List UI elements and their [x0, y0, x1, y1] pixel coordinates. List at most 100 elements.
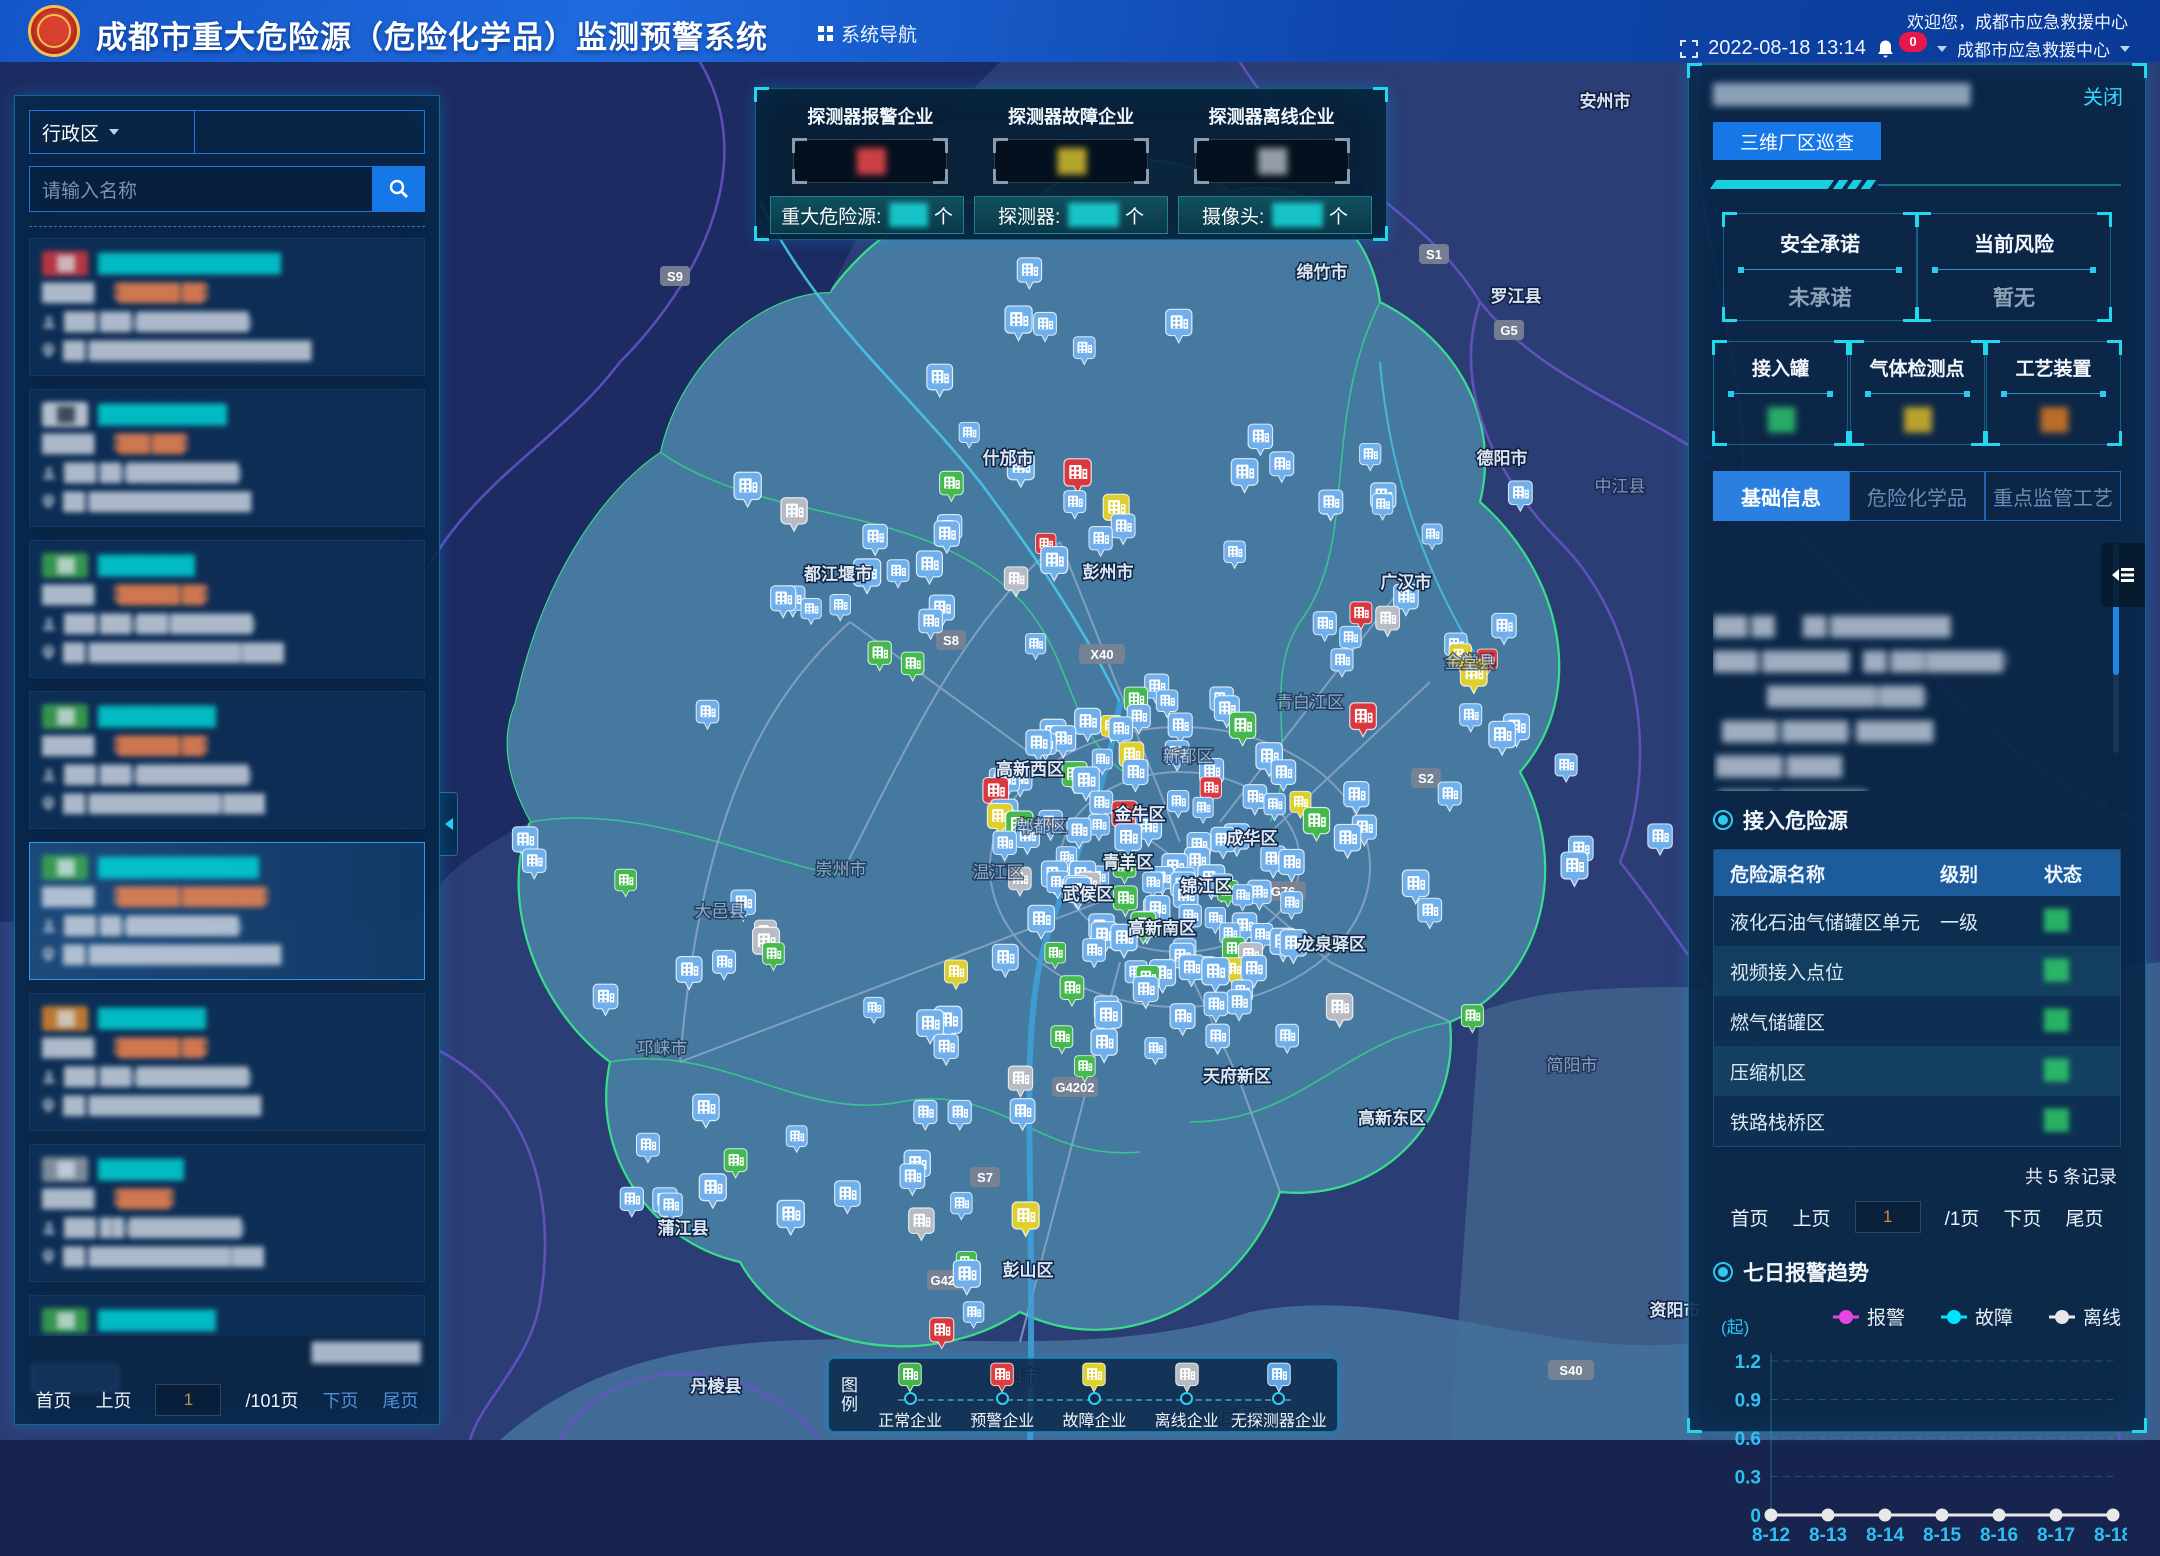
- company-list-item[interactable]: ███████████████:【█████】███: █ █ (███████…: [29, 1144, 425, 1282]
- tab-item[interactable]: 重点监管工艺: [1985, 471, 2121, 521]
- contact-text: ███: ██ (███████████): [64, 458, 240, 487]
- gauge-box: 气体检测点██: [1850, 341, 1985, 445]
- legend-item[interactable]: 无探测器企业: [1235, 1359, 1323, 1431]
- company-list-item[interactable]: ██████████████████:【██████-██】███: ███ (…: [29, 691, 425, 829]
- table-row[interactable]: 视频接入点位██: [1714, 946, 2120, 996]
- hazard-level-label: █████:: [42, 882, 95, 911]
- fullscreen-icon[interactable]: [1680, 40, 1698, 58]
- legend-item[interactable]: 故障企业: [1050, 1359, 1138, 1431]
- legend-item[interactable]: 预警企业: [958, 1359, 1046, 1431]
- company-list-item[interactable]: █████████████████:【██████-██】███: ███ (█…: [29, 993, 425, 1131]
- first-page-button[interactable]: 首页: [1731, 1204, 1769, 1231]
- map-label: 绵竹市: [1297, 262, 1348, 282]
- 3d-tour-button[interactable]: 三维厂区巡查: [1713, 122, 1881, 160]
- region-select[interactable]: 行政区: [29, 110, 195, 154]
- map-label: 中江县: [1595, 477, 1646, 496]
- map-label: 青羊区: [1103, 852, 1154, 872]
- status-boxes: 安全承诺 未承诺 当前风险 暂无: [1713, 213, 2121, 321]
- gauge-label: 接入罐: [1714, 354, 1847, 381]
- current-risk-value: 暂无: [1918, 282, 2110, 312]
- table-row[interactable]: 铁路栈桥区 ██: [1714, 1096, 2120, 1146]
- hazard-level-value: 【███-███】: [103, 429, 197, 458]
- contact-text: ███: ███ (███████████): [64, 307, 250, 336]
- next-page-button[interactable]: 下页: [323, 1387, 359, 1413]
- hazard-status-cell: ██: [2028, 1110, 2120, 1132]
- collapse-menu-icon: [2110, 562, 2136, 588]
- sidebar-collapse-handle[interactable]: [440, 792, 458, 856]
- company-list-item[interactable]: ███████████████████:【███-███】███: ██ (██…: [29, 389, 425, 527]
- hazard-level-label: █████:: [42, 580, 95, 609]
- system-nav-label: 系统导航: [841, 20, 917, 47]
- bell-icon[interactable]: [1876, 39, 1895, 59]
- address-text: ██: ████████████████: [63, 487, 249, 516]
- search-button[interactable]: [373, 166, 425, 212]
- contact-text: ███: █ █ (███████████): [64, 1213, 243, 1242]
- region-value-input[interactable]: [195, 110, 425, 154]
- legend-item[interactable]: 离线企业: [1143, 1359, 1231, 1431]
- map-label: 安州市: [1580, 91, 1631, 111]
- chevron-down-icon[interactable]: [1937, 46, 1947, 52]
- table-column-header: 状态: [2028, 860, 2120, 887]
- address-text: ██: ██████████████████████: [63, 336, 310, 365]
- map-label: 高新西区: [996, 759, 1064, 779]
- company-list-item[interactable]: ████████████████████████:【██████-██】███:…: [29, 238, 425, 376]
- page-input[interactable]: 1: [1855, 1201, 1921, 1233]
- hazard-level-line: █████:【██████-██】: [42, 278, 412, 307]
- trend-section-header: 七日报警趋势: [1713, 1257, 2121, 1287]
- first-page-button[interactable]: 首页: [35, 1387, 71, 1413]
- svg-text:G5: G5: [1500, 323, 1517, 338]
- stat-card: 探测器离线企业██: [1171, 99, 1372, 183]
- hazard-level-value: 【██-███████】: [103, 1335, 227, 1336]
- stat-counter-label: 探测器:: [998, 202, 1060, 229]
- company-list-item[interactable]: ████████████████:【██████-██】███: ███ (██…: [29, 540, 425, 678]
- last-page-button[interactable]: 尾页: [383, 1387, 419, 1413]
- user-name[interactable]: 成都市应急救援中心: [1957, 36, 2110, 61]
- gauge-box: 接入罐██: [1713, 341, 1848, 445]
- stat-counter-label: 重大危险源:: [781, 202, 881, 229]
- close-button[interactable]: 关闭: [2083, 81, 2123, 110]
- current-risk-label: 当前风险: [1918, 228, 2110, 257]
- table-row[interactable]: 液化石油气储罐区单元一级██: [1714, 896, 2120, 946]
- welcome-text: 欢迎您，成都市应急救援中心: [1907, 8, 2128, 33]
- map-label: 锦江区: [1181, 876, 1232, 896]
- map-label: 天府新区: [1203, 1066, 1271, 1086]
- chevron-down-icon[interactable]: [2120, 46, 2130, 52]
- search-input[interactable]: 请输入名称: [29, 166, 373, 212]
- legend-label: 正常企业: [878, 1407, 942, 1431]
- company-name-row: ██████████████: [42, 400, 412, 429]
- company-name: ██████████: [98, 1004, 206, 1033]
- location-pin-icon: [42, 947, 55, 962]
- stat-card: 探测器故障企业██: [971, 99, 1172, 183]
- svg-text:X40: X40: [1090, 647, 1113, 662]
- legend-label: 离线企业: [1155, 1407, 1219, 1431]
- company-list-item[interactable]: ██████████████████████:【██████-████████】…: [29, 842, 425, 980]
- table-row[interactable]: 压缩机区██: [1714, 1046, 2120, 1096]
- company-list-item[interactable]: ██████████████████:【██-███████】███: ███ …: [29, 1295, 425, 1336]
- svg-text:报警: 报警: [1867, 1307, 1905, 1329]
- sidebar-filters: 行政区 请输入名称: [29, 110, 425, 227]
- table-row[interactable]: 燃气储罐区██: [1714, 996, 2120, 1046]
- search-icon: [388, 178, 410, 200]
- last-page-button[interactable]: 尾页: [2065, 1204, 2103, 1231]
- prev-page-button[interactable]: 上页: [95, 1387, 131, 1413]
- page-input[interactable]: 1: [155, 1384, 221, 1416]
- legend-node: [996, 1392, 1009, 1405]
- detail-tabs: 基础信息危险化学品重点监管工艺: [1713, 471, 2121, 521]
- company-name: █████████: [98, 551, 195, 580]
- legend-item[interactable]: 正常企业: [866, 1359, 954, 1431]
- system-nav-button[interactable]: 系统导航: [818, 20, 917, 47]
- hazard-level-line: █████:【██████-████████】: [42, 882, 412, 911]
- hazard-level-value: 【██████-██】: [103, 731, 217, 760]
- map-label: 德阳市: [1477, 448, 1528, 468]
- map-label: 新都区: [1163, 747, 1214, 766]
- prev-page-button[interactable]: 上页: [1793, 1204, 1831, 1231]
- panel-flyout-button[interactable]: [2101, 543, 2145, 607]
- legend-label: 故障企业: [1062, 1407, 1126, 1431]
- hazard-name-cell: 铁路栈桥区: [1714, 1108, 1924, 1135]
- tab-active[interactable]: 基础信息: [1713, 471, 1849, 521]
- tab-item[interactable]: 危险化学品: [1849, 471, 1985, 521]
- map-label: 龙泉驿区: [1297, 934, 1366, 954]
- grid-icon: [818, 26, 833, 41]
- next-page-button[interactable]: 下页: [2003, 1204, 2041, 1231]
- stat-card-label: 探测器故障企业: [971, 103, 1172, 129]
